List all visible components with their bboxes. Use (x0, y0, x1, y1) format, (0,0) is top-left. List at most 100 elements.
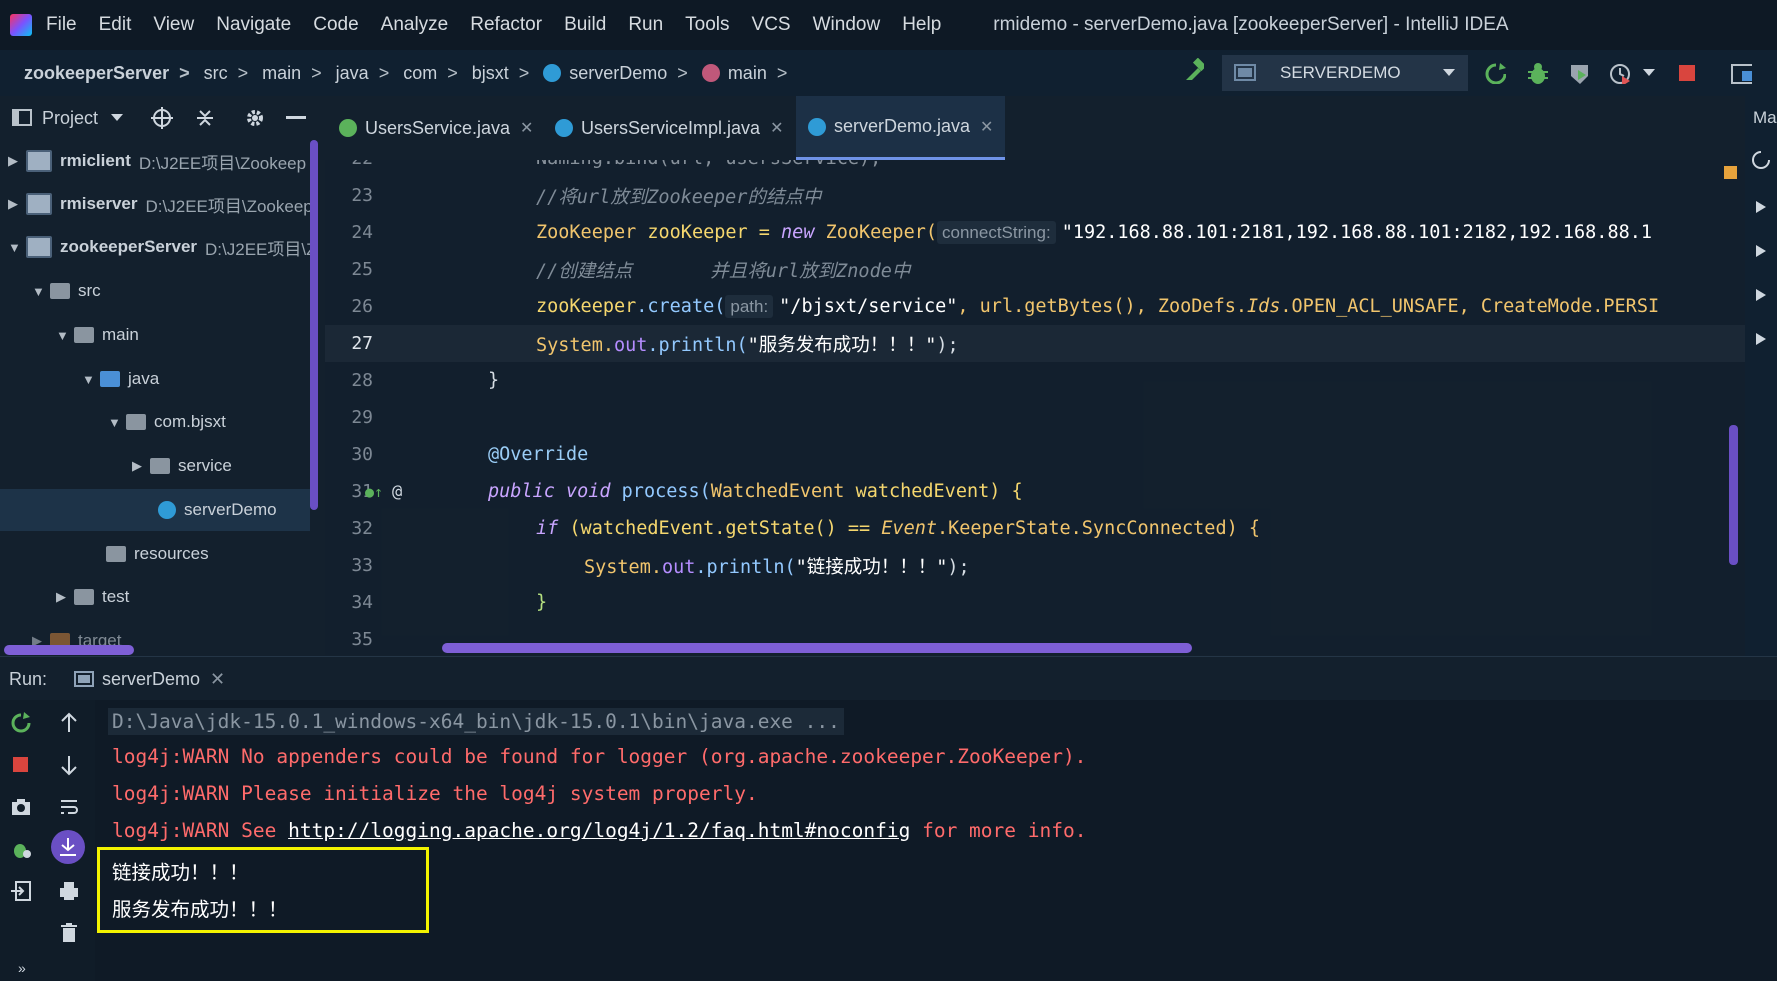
run-icon[interactable] (1755, 200, 1767, 214)
rerun-icon[interactable] (10, 712, 32, 734)
tree-item-service[interactable]: ▶ service (0, 445, 310, 487)
camera-icon[interactable] (10, 796, 32, 818)
menu-view[interactable]: View (153, 14, 194, 36)
menu-edit[interactable]: Edit (99, 14, 132, 36)
project-tree-vscroll[interactable] (310, 140, 318, 510)
menu-help[interactable]: Help (902, 14, 941, 36)
tab-usersserviceimpl[interactable]: UsersServiceImpl.java ✕ (555, 96, 783, 160)
tab-usersservice[interactable]: UsersService.java ✕ (339, 96, 533, 160)
breadcrumb-class[interactable]: serverDemo > (543, 63, 688, 84)
build-hammer-icon[interactable] (1182, 58, 1204, 80)
menu-file[interactable]: File (46, 14, 77, 36)
collapse-arrow-icon[interactable]: ▼ (82, 372, 96, 387)
debug-settings-icon[interactable] (10, 838, 32, 860)
menu-build[interactable]: Build (564, 14, 606, 36)
maven-tab[interactable]: Ma (1753, 108, 1777, 128)
folder-icon (74, 327, 94, 343)
menu-run[interactable]: Run (628, 14, 663, 36)
collapse-all-icon[interactable] (194, 107, 216, 129)
expand-arrow-icon[interactable]: ▶ (8, 196, 22, 212)
tree-item-test[interactable]: ▶ test (0, 576, 310, 618)
soft-wrap-icon[interactable] (58, 796, 80, 818)
menu-navigate[interactable]: Navigate (216, 14, 291, 36)
down-arrow-icon[interactable] (58, 754, 80, 776)
breadcrumb-src[interactable]: src > (204, 63, 249, 84)
breadcrumb-bjsxt[interactable]: bjsxt > (472, 63, 530, 84)
expand-arrow-icon[interactable]: ▶ (8, 153, 22, 169)
profile-dropdown-icon[interactable] (1642, 68, 1664, 90)
run-console[interactable]: D:\Java\jdk-15.0.1_windows-x64_bin\jdk-1… (95, 700, 1777, 981)
run-icon[interactable] (1755, 244, 1767, 258)
collapse-arrow-icon[interactable]: ▼ (8, 240, 22, 255)
coverage-icon[interactable] (1568, 62, 1590, 84)
menu-code[interactable]: Code (313, 14, 358, 36)
menu-analyze[interactable]: Analyze (381, 14, 449, 36)
annotation-gutter-icon[interactable]: @ (392, 482, 402, 502)
run-icon[interactable] (1755, 332, 1767, 346)
stop-icon[interactable] (10, 754, 32, 776)
close-icon[interactable]: ✕ (980, 117, 993, 137)
line-number: 34 (351, 592, 373, 613)
breadcrumb-project[interactable]: zookeeperServer > (24, 63, 190, 84)
debug-bug-icon[interactable] (1526, 62, 1548, 84)
tree-item-resources[interactable]: resources (0, 533, 310, 575)
tree-item-rmiclient[interactable]: ▶ rmiclient D:\J2EE项目\Zookeep (0, 140, 310, 182)
run-icon[interactable] (1755, 288, 1767, 302)
menu-vcs[interactable]: VCS (752, 14, 791, 36)
scroll-to-end-icon (60, 838, 76, 856)
project-structure-icon[interactable] (1730, 62, 1752, 84)
method-icon (701, 64, 720, 82)
tree-item-src[interactable]: ▼ src (0, 270, 310, 312)
project-view-label[interactable]: Project (42, 108, 98, 129)
gear-icon[interactable] (244, 107, 266, 129)
rerun-icon[interactable] (1484, 62, 1506, 84)
tree-item-zookeeperserver[interactable]: ▼ zookeeperServer D:\J2EE项目\Z (0, 226, 310, 268)
expand-arrow-icon[interactable]: ▶ (132, 458, 146, 474)
exit-icon[interactable] (10, 880, 32, 902)
trash-icon[interactable] (58, 922, 80, 944)
breadcrumb-com[interactable]: com > (403, 63, 458, 84)
collapse-arrow-icon[interactable]: ▼ (108, 415, 122, 430)
menu-window[interactable]: Window (813, 14, 881, 36)
locate-target-icon[interactable] (150, 106, 174, 130)
tree-item-package[interactable]: ▼ com.bjsxt (0, 401, 310, 443)
minimize-icon[interactable] (286, 116, 307, 120)
window-title: rmidemo - serverDemo.java [zookeeperServ… (993, 14, 1509, 35)
breadcrumb-java[interactable]: java > (336, 63, 390, 84)
tree-item-java[interactable]: ▼ java (0, 358, 310, 400)
breadcrumb-method[interactable]: main > (701, 63, 787, 84)
menu-refactor[interactable]: Refactor (470, 14, 542, 36)
close-icon[interactable]: ✕ (520, 118, 533, 138)
editor-vscroll[interactable] (1729, 425, 1738, 565)
editor-hscroll[interactable] (442, 643, 1192, 653)
run-configuration-dropdown[interactable]: SERVERDEMO (1222, 55, 1468, 91)
profile-icon[interactable] (1608, 62, 1630, 84)
reload-icon[interactable] (1751, 150, 1771, 170)
override-gutter-icon[interactable]: ●↑ (365, 483, 383, 501)
console-command-line[interactable]: D:\Java\jdk-15.0.1_windows-x64_bin\jdk-1… (108, 708, 844, 735)
run-tab-serverdemo[interactable]: serverDemo ✕ (64, 657, 236, 704)
collapse-arrow-icon[interactable]: ▼ (56, 328, 70, 343)
breadcrumb-main[interactable]: main > (262, 63, 322, 84)
close-icon[interactable]: ✕ (770, 118, 783, 138)
more-icon[interactable]: » (18, 960, 26, 976)
code-editor[interactable]: 22 Naming.bind(url, usersService); 23 //… (325, 160, 1745, 655)
faq-link[interactable]: http://logging.apache.org/log4j/1.2/faq.… (288, 819, 910, 842)
close-icon[interactable]: ✕ (210, 669, 225, 690)
tree-item-serverdemo[interactable]: serverDemo (0, 489, 310, 531)
tab-serverdemo[interactable]: serverDemo.java ✕ (796, 96, 1006, 160)
warning-marker[interactable] (1724, 166, 1737, 179)
menu-tools[interactable]: Tools (685, 14, 729, 36)
tree-item-rmiserver[interactable]: ▶ rmiserver D:\J2EE项目\Zookeep (0, 183, 310, 225)
project-tree-hscroll[interactable] (4, 645, 134, 655)
stop-icon[interactable] (1676, 62, 1698, 84)
collapse-arrow-icon[interactable]: ▼ (32, 284, 46, 299)
tree-item-main[interactable]: ▼ main (0, 314, 310, 356)
up-arrow-icon[interactable] (58, 712, 80, 734)
expand-arrow-icon[interactable]: ▶ (56, 589, 70, 605)
print-icon[interactable] (58, 880, 80, 902)
chevron-down-icon[interactable] (110, 113, 124, 123)
class-icon (808, 117, 826, 136)
tree-item-label: rmiclient (60, 151, 131, 170)
run-config-icon (1234, 64, 1256, 81)
